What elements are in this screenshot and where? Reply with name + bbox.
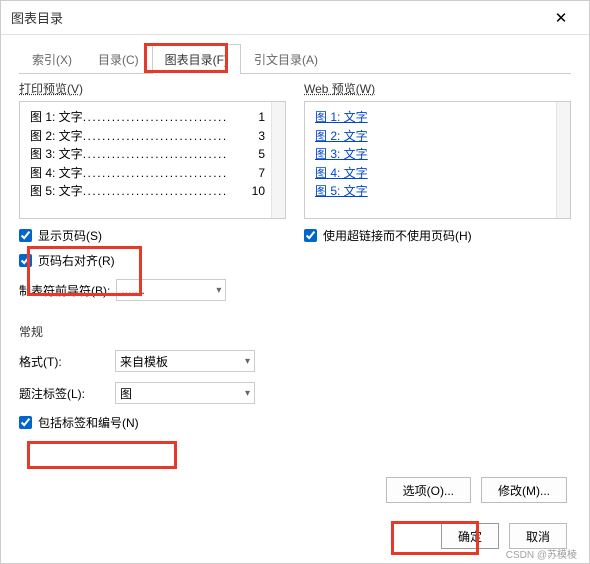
print-line: 图 1: 文字..............................1 xyxy=(30,108,265,127)
print-line: 图 4: 文字..............................7 xyxy=(30,164,265,183)
web-line: 图 4: 文字 xyxy=(315,164,550,183)
web-line: 图 2: 文字 xyxy=(315,127,550,146)
row-caption-label: 题注标签(L): 图 ▾ xyxy=(19,382,571,404)
web-line: 图 1: 文字 xyxy=(315,108,550,127)
web-preview-list: 图 1: 文字 图 2: 文字 图 3: 文字 图 4: 文字 图 5: 文字 xyxy=(315,108,550,212)
row-tab-leader: 制表符前导符(B): ....... ▾ xyxy=(19,279,571,301)
web-line: 图 3: 文字 xyxy=(315,145,550,164)
chevron-down-icon: ▾ xyxy=(216,285,221,296)
checkbox[interactable] xyxy=(19,254,32,267)
watermark: CSDN @苏模棱 xyxy=(506,546,577,561)
checkbox[interactable] xyxy=(19,229,32,242)
close-icon[interactable]: ✕ xyxy=(543,3,579,33)
web-preview-col: Web 预览(W) 图 1: 文字 图 2: 文字 图 3: 文字 图 4: 文… xyxy=(304,80,571,269)
ok-button[interactable]: 确定 xyxy=(441,523,499,549)
annotation-highlight xyxy=(27,441,177,469)
dialog-title: 图表目录 xyxy=(11,8,543,27)
chevron-down-icon: ▾ xyxy=(245,388,250,399)
format-label: 格式(T): xyxy=(19,353,109,370)
check-include-label-number[interactable]: 包括标签和编号(N) xyxy=(19,414,571,431)
titlebar: 图表目录 ✕ xyxy=(1,1,589,35)
scrollbar[interactable] xyxy=(556,102,570,218)
row-format: 格式(T): 来自模板 ▾ xyxy=(19,350,571,372)
check-right-align[interactable]: 页码右对齐(R) xyxy=(19,252,286,269)
general-label: 常规 xyxy=(19,323,571,340)
web-line: 图 5: 文字 xyxy=(315,182,550,201)
tab-citations[interactable]: 引文目录(A) xyxy=(241,44,331,74)
modify-button[interactable]: 修改(M)... xyxy=(481,477,567,503)
tabstrip: 索引(X) 目录(C) 图表目录(F) 引文目录(A) xyxy=(19,43,571,74)
print-line: 图 5: 文字..............................10 xyxy=(30,182,265,201)
format-select[interactable]: 来自模板 ▾ xyxy=(115,350,255,372)
print-preview-box: 图 1: 文字..............................1 图… xyxy=(19,101,286,219)
buttons-secondary: 选项(O)... 修改(M)... xyxy=(386,477,567,503)
print-preview-label: 打印预览(V) xyxy=(19,80,286,97)
tab-toc[interactable]: 目录(C) xyxy=(85,44,152,74)
content: 索引(X) 目录(C) 图表目录(F) 引文目录(A) 打印预览(V) 图 1:… xyxy=(1,35,589,431)
web-preview-label: Web 预览(W) xyxy=(304,80,571,97)
caption-label-select[interactable]: 图 ▾ xyxy=(115,382,255,404)
tab-figure-toc[interactable]: 图表目录(F) xyxy=(152,44,241,74)
chevron-down-icon: ▾ xyxy=(245,356,250,367)
print-line: 图 2: 文字..............................3 xyxy=(30,127,265,146)
dialog-toc: 图表目录 ✕ 索引(X) 目录(C) 图表目录(F) 引文目录(A) 打印预览(… xyxy=(0,0,590,564)
options-button[interactable]: 选项(O)... xyxy=(386,477,471,503)
preview-row: 打印预览(V) 图 1: 文字.........................… xyxy=(19,80,571,269)
scrollbar[interactable] xyxy=(271,102,285,218)
tab-leader-label: 制表符前导符(B): xyxy=(19,282,110,299)
tab-index[interactable]: 索引(X) xyxy=(19,44,85,74)
print-preview-col: 打印预览(V) 图 1: 文字.........................… xyxy=(19,80,286,269)
checkbox[interactable] xyxy=(304,229,317,242)
checkbox[interactable] xyxy=(19,416,32,429)
check-use-hyperlinks[interactable]: 使用超链接而不使用页码(H) xyxy=(304,227,571,244)
web-preview-box: 图 1: 文字 图 2: 文字 图 3: 文字 图 4: 文字 图 5: 文字 xyxy=(304,101,571,219)
check-show-page-numbers[interactable]: 显示页码(S) xyxy=(19,227,286,244)
caption-label-label: 题注标签(L): xyxy=(19,385,109,402)
print-preview-list: 图 1: 文字..............................1 图… xyxy=(30,108,265,212)
tab-leader-select[interactable]: ....... ▾ xyxy=(116,279,226,301)
print-line: 图 3: 文字..............................5 xyxy=(30,145,265,164)
